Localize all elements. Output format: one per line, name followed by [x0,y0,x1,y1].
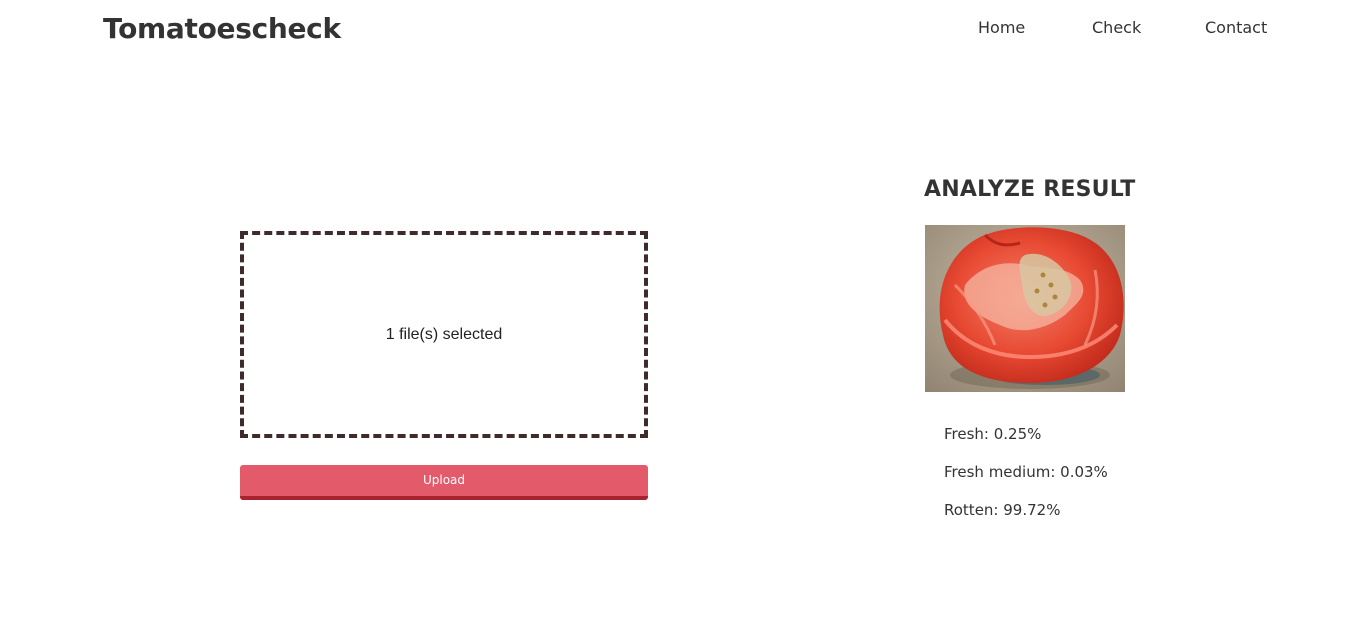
result-list: Fresh: 0.25% Fresh medium: 0.03% Rotten:… [944,424,1108,538]
nav-link-check[interactable]: Check [1092,18,1141,38]
main-nav: Home Check Contact [0,18,1366,40]
upload-button[interactable]: Upload [240,465,648,500]
result-item-fresh-medium: Fresh medium: 0.03% [944,463,1108,481]
result-title: ANALYZE RESULT [924,177,1136,202]
nav-link-home[interactable]: Home [978,18,1025,38]
result-item-rotten: Rotten: 99.72% [944,501,1061,519]
result-item-fresh: Fresh: 0.25% [944,425,1042,443]
result-image [925,225,1125,392]
dropzone-status-text: 1 file(s) selected [385,325,503,343]
file-dropzone[interactable]: 1 file(s) selected [240,231,648,438]
rotten-tomato-photo-icon [925,225,1125,392]
page: Tomatoescheck Home Check Contact 1 file(… [0,0,1366,639]
nav-link-contact[interactable]: Contact [1205,18,1267,38]
